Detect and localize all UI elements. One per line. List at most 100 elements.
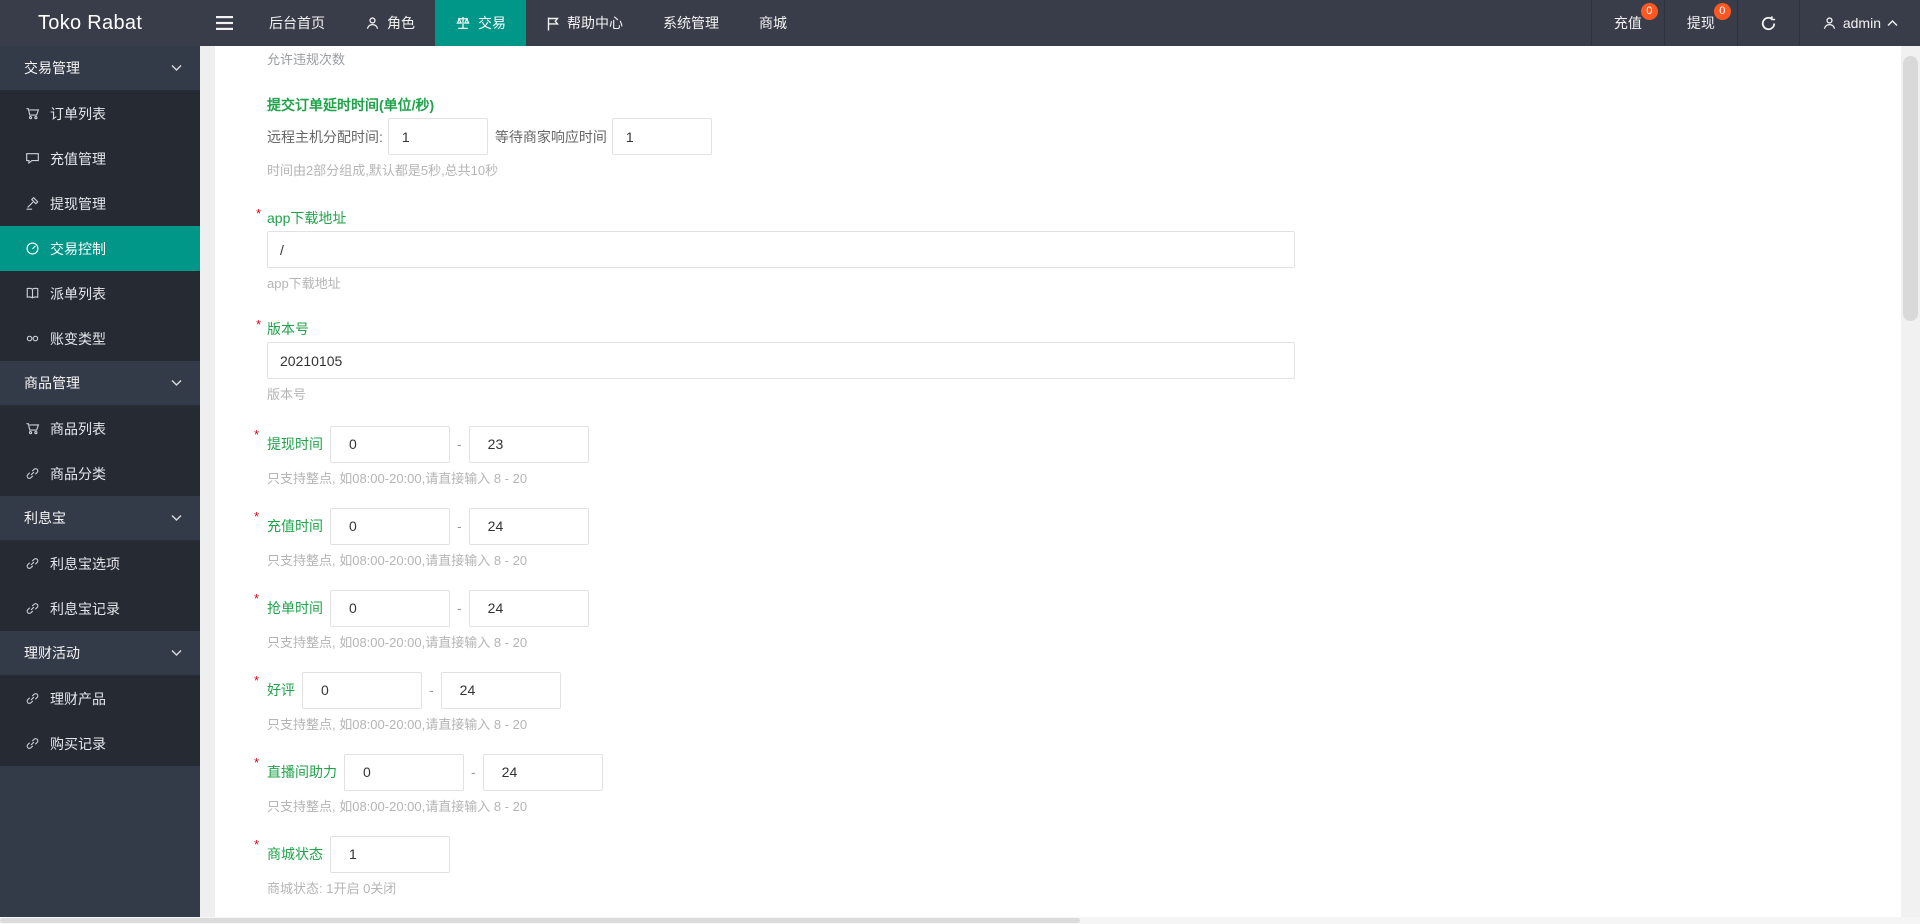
- username: admin: [1842, 15, 1881, 31]
- cart-icon: [26, 108, 40, 120]
- tab-label: 角色: [387, 15, 415, 31]
- remote-host-allot-label: 远程主机分配时间:: [267, 128, 383, 145]
- tab-help-center[interactable]: 帮助中心: [526, 0, 643, 46]
- tab-mall[interactable]: 商城: [739, 0, 807, 46]
- topbar-right: 充值 0 提现 0 admin: [1590, 0, 1920, 46]
- sidebar-item-withdraw-mgmt[interactable]: 提现管理: [0, 181, 200, 226]
- tab-roles[interactable]: 角色: [345, 0, 435, 46]
- link-icon: [26, 738, 39, 749]
- gavel-icon: [26, 196, 39, 210]
- sidebar-group-trade-mgmt[interactable]: 交易管理: [0, 46, 200, 91]
- horizontal-scrollbar-thumb[interactable]: [0, 918, 1080, 923]
- item-label: 订单列表: [50, 105, 106, 122]
- live-room-boost-to-input[interactable]: [482, 753, 603, 791]
- menu-toggle-button[interactable]: [200, 0, 249, 46]
- recharge-time-to-input[interactable]: [468, 507, 589, 545]
- recharge-time-label: 充值时间: [267, 518, 323, 534]
- live-room-boost-label: 直播间助力: [267, 764, 337, 780]
- mall-status-input[interactable]: [330, 835, 450, 873]
- hamburger-icon: [216, 16, 233, 30]
- required-asterisk: *: [256, 206, 262, 221]
- recharge-badge: 0: [1640, 3, 1658, 20]
- withdraw-button[interactable]: 提现 0: [1663, 0, 1737, 46]
- tab-dashboard[interactable]: 后台首页: [249, 0, 345, 46]
- sidebar-group-interest-treasure[interactable]: 利息宝: [0, 496, 200, 541]
- good-review-from-input[interactable]: [302, 671, 422, 709]
- sidebar-item-dispatch-list[interactable]: 派单列表: [0, 271, 200, 316]
- user-menu[interactable]: admin: [1798, 0, 1920, 46]
- merchant-response-label: 等待商家响应时间: [494, 128, 607, 145]
- sidebar: 交易管理 订单列表 充值管理 提现管理 交易控制 派单列表 账变类型 商品管理 …: [0, 46, 200, 924]
- range-dash: -: [471, 764, 476, 780]
- sidebar-item-recharge-mgmt[interactable]: 充值管理: [0, 136, 200, 181]
- chevron-down-icon: [171, 64, 182, 72]
- merchant-response-input[interactable]: [611, 118, 712, 155]
- withdraw-label: 提现: [1686, 15, 1715, 31]
- range-dash: -: [457, 436, 462, 452]
- group-label: 理财活动: [24, 645, 80, 661]
- vertical-scrollbar-thumb[interactable]: [1903, 56, 1918, 321]
- grab-order-time-from-input[interactable]: [330, 589, 450, 627]
- person-icon: [1823, 16, 1836, 29]
- recharge-time-from-input[interactable]: [330, 507, 450, 545]
- infinity-icon: [26, 335, 39, 342]
- refresh-button[interactable]: [1736, 0, 1799, 46]
- app-url-label-row: * app下载地址: [256, 206, 1901, 228]
- sidebar-group-goods-mgmt[interactable]: 商品管理: [0, 361, 200, 406]
- recharge-button[interactable]: 充值 0: [1590, 0, 1664, 46]
- item-label: 派单列表: [50, 285, 106, 302]
- group-label: 商品管理: [24, 375, 80, 391]
- range-dash: -: [457, 518, 462, 534]
- item-label: 利息宝选项: [50, 555, 120, 572]
- version-input[interactable]: [267, 342, 1295, 379]
- sidebar-item-account-change-type[interactable]: 账变类型: [0, 316, 200, 361]
- scrolled-field-help: 允许违规次数: [267, 52, 346, 67]
- trade-settings-form: 允许违规次数 提交订单延时时间(单位/秒) 远程主机分配时间: 等待商家响应时间…: [215, 46, 1901, 897]
- withdraw-time-row: * 提现时间 -: [254, 425, 1901, 463]
- good-review-row: * 好评 -: [254, 671, 1901, 709]
- live-room-boost-row: * 直播间助力 -: [254, 753, 1901, 791]
- required-asterisk: *: [254, 673, 260, 688]
- sidebar-item-interest-options[interactable]: 利息宝选项: [0, 541, 200, 586]
- live-room-boost-from-input[interactable]: [344, 753, 464, 791]
- sidebar-group-finance-activity[interactable]: 理财活动: [0, 631, 200, 676]
- top-navbar: Toko Rabat 后台首页 角色 交易 帮助中心 系统管理 商城 充值 0 …: [0, 0, 1920, 46]
- withdraw-badge: 0: [1713, 3, 1731, 20]
- required-asterisk: *: [254, 591, 260, 606]
- field-help: 只支持整点, 如08:00-20:00,请直接输入 8 - 20: [267, 799, 528, 814]
- tab-label: 后台首页: [269, 15, 325, 31]
- app-url-input[interactable]: [267, 231, 1295, 268]
- chevron-up-icon: [1887, 20, 1898, 26]
- refresh-icon: [1761, 15, 1775, 30]
- sidebar-item-order-list[interactable]: 订单列表: [0, 91, 200, 136]
- vertical-scrollbar[interactable]: [1901, 46, 1920, 924]
- tab-label: 商城: [759, 15, 787, 31]
- item-label: 利息宝记录: [50, 600, 120, 617]
- comment-icon: [26, 153, 39, 165]
- scale-icon: [456, 17, 470, 29]
- sidebar-item-finance-products[interactable]: 理财产品: [0, 676, 200, 721]
- tab-label: 帮助中心: [567, 15, 623, 31]
- tab-trade[interactable]: 交易: [435, 0, 526, 46]
- range-dash: -: [429, 682, 434, 698]
- withdraw-time-to-input[interactable]: [468, 425, 589, 463]
- withdraw-time-from-input[interactable]: [330, 425, 450, 463]
- good-review-to-input[interactable]: [440, 671, 561, 709]
- tab-system-mgmt[interactable]: 系统管理: [643, 0, 739, 46]
- sidebar-item-goods-list[interactable]: 商品列表: [0, 406, 200, 451]
- link-icon: [26, 603, 39, 614]
- field-help: 只支持整点, 如08:00-20:00,请直接输入 8 - 20: [267, 717, 528, 732]
- item-label: 商品列表: [50, 420, 106, 437]
- horizontal-scrollbar[interactable]: [0, 917, 1920, 924]
- sidebar-item-goods-category[interactable]: 商品分类: [0, 451, 200, 496]
- person-icon: [366, 16, 379, 29]
- cart-icon: [26, 423, 40, 435]
- sidebar-item-interest-records[interactable]: 利息宝记录: [0, 586, 200, 631]
- remote-host-allot-input[interactable]: [387, 118, 488, 155]
- sidebar-item-trade-control[interactable]: 交易控制: [0, 226, 200, 271]
- section-title: 提交订单延时时间(单位/秒): [267, 97, 435, 113]
- required-asterisk: *: [254, 427, 260, 442]
- sidebar-item-purchase-records[interactable]: 购买记录: [0, 721, 200, 766]
- required-asterisk: *: [254, 837, 260, 852]
- grab-order-time-to-input[interactable]: [468, 589, 589, 627]
